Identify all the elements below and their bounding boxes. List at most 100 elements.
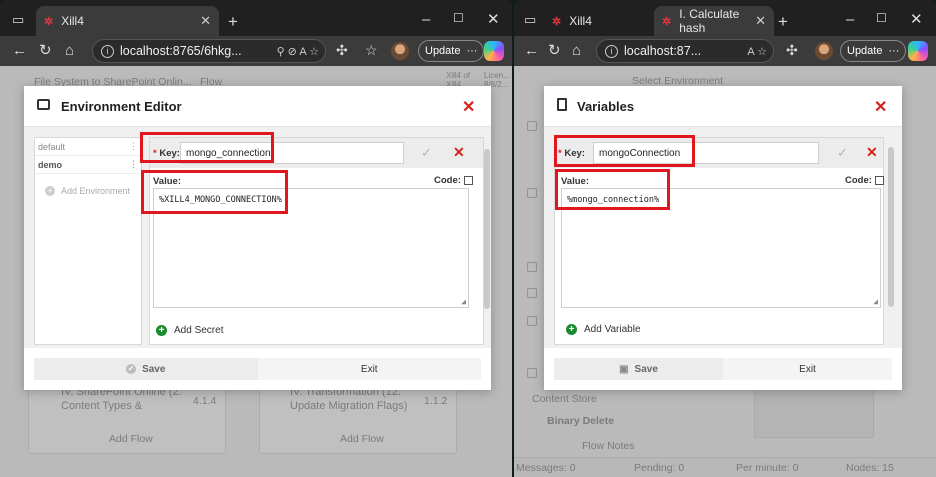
code-checkbox[interactable] (463, 176, 473, 185)
url-text: localhost:87... (624, 44, 702, 58)
env-label: demo (38, 159, 63, 170)
save-disk-icon: ▣ (619, 363, 629, 375)
favorites-icon[interactable]: ☆ (365, 43, 378, 57)
env-item-default[interactable]: default ⋮ (35, 138, 141, 156)
add-secret-label: Add Secret (174, 325, 224, 336)
add-variable-label: Add Variable (584, 324, 641, 335)
url-field[interactable]: i localhost:87... A ☆ (596, 39, 774, 63)
url-text: localhost:8765/6hkg... (120, 44, 242, 58)
secret-panel: * Key: mongo_connection ✓ ✕ Value: Code:… (149, 137, 484, 345)
update-button[interactable]: Update ··· (840, 40, 907, 62)
close-modal-icon[interactable]: ✕ (874, 97, 887, 117)
save-label: Save (634, 363, 658, 375)
tab-calculate-hash[interactable]: ✲ I. Calculate hash ✕ (654, 6, 774, 36)
value-highlight-box (141, 170, 288, 214)
refresh-icon[interactable]: ↻ (548, 43, 561, 58)
remove-x-icon[interactable]: ✕ (866, 144, 878, 161)
exit-button[interactable]: Exit (257, 358, 481, 380)
home-icon[interactable]: ⌂ (572, 43, 581, 58)
add-environment-button[interactable]: + Add Environment (35, 174, 141, 196)
resize-grip-icon[interactable]: ◢ (461, 297, 466, 306)
confirm-check-icon[interactable]: ✓ (421, 145, 432, 161)
xill4-favicon-icon: ✲ (552, 15, 562, 28)
add-environment-label: Add Environment (61, 186, 131, 196)
profile-avatar[interactable] (815, 42, 833, 60)
extensions-icon[interactable]: ✣ (786, 43, 798, 57)
exit-button[interactable]: Exit (723, 358, 892, 380)
copilot-icon[interactable] (908, 41, 928, 61)
exit-label: Exit (799, 363, 816, 375)
minimize-icon[interactable]: – (422, 12, 430, 27)
home-icon[interactable]: ⌂ (65, 43, 74, 58)
site-info-icon[interactable]: i (605, 44, 618, 58)
tab-bar: ▭ ✲ Xill4 ✕ + – ☐ ✕ (0, 0, 512, 40)
browser-window-right: ▭ ✲ Xill4 ✲ I. Calculate hash ✕ + – ☐ ✕ … (514, 0, 936, 477)
tab-label: Xill4 (61, 14, 84, 28)
new-tab-icon[interactable]: + (228, 13, 238, 30)
back-icon[interactable]: ← (12, 43, 27, 58)
close-modal-icon[interactable]: ✕ (462, 97, 475, 117)
maximize-icon[interactable]: ☐ (876, 12, 887, 24)
url-actions-icon[interactable]: A ☆ (747, 45, 767, 58)
tab-xill4[interactable]: ✲ Xill4 ✕ (36, 6, 219, 36)
xill4-favicon-icon: ✲ (44, 15, 54, 28)
maximize-icon[interactable]: ☐ (453, 12, 464, 24)
site-info-icon[interactable]: i (101, 44, 114, 58)
tab-actions-icon[interactable]: ▭ (12, 13, 24, 26)
new-tab-icon[interactable]: + (778, 13, 788, 30)
update-button[interactable]: Update ··· (418, 40, 485, 62)
modal-footer: ✓ Save Exit (34, 358, 481, 380)
add-icon: + (45, 186, 55, 196)
resize-grip-icon[interactable]: ◢ (873, 297, 878, 306)
key-highlight-box (140, 132, 274, 163)
close-tab-icon[interactable]: ✕ (755, 13, 766, 29)
browser-window-left: ▭ ✲ Xill4 ✕ + – ☐ ✕ ← ↻ ⌂ i localhost:87… (0, 0, 512, 477)
modal-title: Variables (577, 99, 635, 114)
confirm-check-icon[interactable]: ✓ (837, 145, 848, 161)
back-icon[interactable]: ← (524, 43, 539, 58)
more-icon: ··· (888, 45, 900, 57)
variables-modal: Variables ✕ * Key: mongoConnection ✓ ✕ V… (544, 86, 902, 390)
modal-title: Environment Editor (61, 99, 182, 114)
refresh-icon[interactable]: ↻ (39, 43, 52, 58)
value-highlight-box (555, 169, 670, 210)
save-button[interactable]: ✓ Save (34, 358, 258, 380)
update-label: Update (425, 45, 461, 57)
code-toggle[interactable]: Code: (434, 175, 473, 186)
code-checkbox[interactable] (874, 176, 884, 185)
url-field[interactable]: i localhost:8765/6hkg... ⚲ ⊘ A ☆ (92, 39, 326, 63)
env-menu-icon[interactable]: ⋮ (129, 141, 138, 152)
add-icon: + (156, 325, 167, 336)
scrollbar[interactable] (888, 147, 894, 307)
close-tab-icon[interactable]: ✕ (200, 13, 211, 29)
key-highlight-box (554, 135, 695, 167)
copilot-icon[interactable] (484, 41, 504, 61)
environment-icon (37, 99, 50, 110)
minimize-icon[interactable]: – (846, 12, 854, 27)
close-window-icon[interactable]: ✕ (910, 12, 923, 27)
clipboard-icon (557, 98, 567, 111)
add-icon: + (566, 324, 577, 335)
code-toggle[interactable]: Code: (845, 175, 884, 186)
modal-footer: ▣ Save Exit (554, 358, 892, 380)
save-button[interactable]: ▣ Save (554, 358, 723, 380)
tab-label: Xill4 (569, 14, 592, 28)
tab-actions-icon[interactable]: ▭ (524, 13, 536, 26)
page-content: File System to SharePoint Onlin... Flow … (0, 66, 512, 477)
profile-avatar[interactable] (391, 42, 409, 60)
page-content: Select Environment Content Store Binary … (514, 66, 936, 477)
env-menu-icon[interactable]: ⋮ (129, 159, 138, 170)
scrollbar[interactable] (484, 149, 490, 309)
add-variable-button[interactable]: + Add Variable (566, 324, 641, 335)
remove-x-icon[interactable]: ✕ (453, 144, 465, 161)
tab-xill4[interactable]: ✲ Xill4 (544, 6, 654, 36)
env-item-demo[interactable]: demo ⋮ (35, 156, 141, 174)
add-secret-button[interactable]: + Add Secret (156, 325, 223, 336)
modal-header: Environment Editor ✕ (24, 86, 491, 126)
address-bar: ← ↻ ⌂ i localhost:8765/6hkg... ⚲ ⊘ A ☆ ✣… (0, 36, 512, 66)
environment-list: default ⋮ demo ⋮ + Add Environment (34, 137, 142, 345)
exit-label: Exit (360, 363, 378, 375)
extensions-icon[interactable]: ✣ (336, 43, 348, 57)
close-window-icon[interactable]: ✕ (487, 12, 500, 27)
url-actions-icon[interactable]: ⚲ ⊘ A ☆ (277, 45, 319, 58)
